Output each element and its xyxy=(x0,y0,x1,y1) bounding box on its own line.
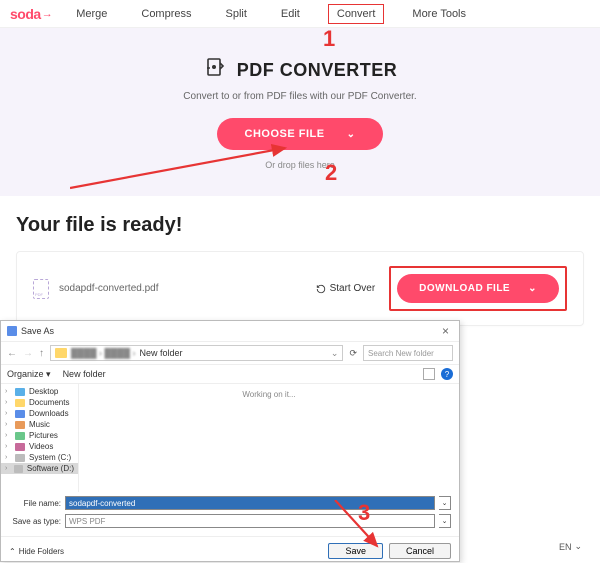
cancel-button[interactable]: Cancel xyxy=(389,543,451,559)
tree-documents[interactable]: ›Documents xyxy=(1,397,78,408)
main-nav: Merge Compress Split Edit Convert More T… xyxy=(70,4,472,24)
back-button[interactable]: ← xyxy=(7,348,17,359)
annotation-3: 3 xyxy=(358,500,370,526)
refresh-button[interactable]: ⟳ xyxy=(349,348,357,359)
tree-videos[interactable]: ›Videos xyxy=(1,441,78,452)
dialog-toolbar: Organize ▾ New folder ? xyxy=(1,365,459,384)
help-icon[interactable]: ? xyxy=(441,368,453,380)
tree-downloads[interactable]: ›Downloads xyxy=(1,408,78,419)
download-file-button[interactable]: DOWNLOAD FILE ⌄ xyxy=(397,274,559,303)
filename-dropdown[interactable]: ⌄ xyxy=(439,496,451,510)
start-over-button[interactable]: Start Over xyxy=(316,283,376,294)
filename-label: File name: xyxy=(9,499,61,508)
language-label: EN xyxy=(559,542,572,552)
savetype-input[interactable] xyxy=(65,514,435,528)
working-message: Working on it... xyxy=(242,390,295,399)
savetype-label: Save as type: xyxy=(9,517,61,526)
search-placeholder: Search New folder xyxy=(368,349,434,358)
dialog-titlebar: Save As × xyxy=(1,321,459,341)
tree-system-c[interactable]: ›System (C:) xyxy=(1,452,78,463)
new-folder-button[interactable]: New folder xyxy=(63,369,106,380)
logo-arrow-icon: → xyxy=(42,8,53,20)
save-button[interactable]: Save xyxy=(328,543,383,559)
logo[interactable]: soda → xyxy=(10,6,52,22)
savetype-dropdown[interactable]: ⌄ xyxy=(439,514,451,528)
ready-section: Your file is ready! sodapdf-converted.pd… xyxy=(0,196,600,336)
view-options-button[interactable] xyxy=(423,368,435,380)
tree-software-d[interactable]: ›Software (D:) xyxy=(1,463,78,474)
hide-folders-toggle[interactable]: ⌃ Hide Folders xyxy=(9,547,64,556)
close-button[interactable]: × xyxy=(438,324,453,338)
choose-file-label: CHOOSE FILE xyxy=(245,128,325,140)
hero-subtitle: Convert to or from PDF files with our PD… xyxy=(0,91,600,102)
download-highlight-box: DOWNLOAD FILE ⌄ xyxy=(389,266,567,311)
dialog-body: ›Desktop ›Documents ›Downloads ›Music ›P… xyxy=(1,384,459,492)
logo-text: soda xyxy=(10,6,41,22)
language-selector[interactable]: EN ⌄ xyxy=(559,541,582,552)
save-icon xyxy=(7,326,17,336)
nav-split[interactable]: Split xyxy=(220,4,253,24)
file-list-pane: Working on it... xyxy=(79,384,459,492)
dialog-title: Save As xyxy=(21,326,54,336)
pdf-converter-icon xyxy=(203,56,227,85)
chevron-up-icon: ⌃ xyxy=(9,547,16,556)
path-segment: ████ › ████ › xyxy=(71,348,136,358)
ready-title: Your file is ready! xyxy=(16,214,584,237)
folder-tree: ›Desktop ›Documents ›Downloads ›Music ›P… xyxy=(1,384,79,492)
forward-button[interactable]: → xyxy=(23,348,33,359)
file-info: sodapdf-converted.pdf xyxy=(33,279,159,299)
nav-more-tools[interactable]: More Tools xyxy=(406,4,472,24)
tree-music[interactable]: ›Music xyxy=(1,419,78,430)
organize-menu[interactable]: Organize ▾ xyxy=(7,369,51,380)
chevron-down-icon: ⌄ xyxy=(574,541,582,552)
pdf-file-icon xyxy=(33,279,49,299)
path-bar[interactable]: ████ › ████ › New folder ⌄ xyxy=(50,345,343,361)
choose-file-button[interactable]: CHOOSE FILE ⌄ xyxy=(217,118,384,150)
search-input[interactable]: Search New folder xyxy=(363,345,453,361)
up-button[interactable]: ↑ xyxy=(39,348,44,359)
ready-card: sodapdf-converted.pdf Start Over DOWNLOA… xyxy=(16,251,584,326)
hero-section: PDF CONVERTER Convert to or from PDF fil… xyxy=(0,28,600,196)
hero-title: PDF CONVERTER xyxy=(237,60,398,81)
chevron-down-icon: ⌄ xyxy=(347,129,356,140)
top-header: soda → Merge Compress Split Edit Convert… xyxy=(0,0,600,28)
filename-input[interactable] xyxy=(65,496,435,510)
nav-edit[interactable]: Edit xyxy=(275,4,306,24)
annotation-2: 2 xyxy=(325,160,337,186)
folder-icon xyxy=(55,348,67,358)
drop-files-hint: Or drop files here xyxy=(0,160,600,170)
chevron-down-icon: ⌄ xyxy=(528,283,537,294)
dialog-fields: File name: ⌄ Save as type: ⌄ xyxy=(1,492,459,536)
nav-merge[interactable]: Merge xyxy=(70,4,113,24)
nav-compress[interactable]: Compress xyxy=(135,4,197,24)
dialog-navbar: ← → ↑ ████ › ████ › New folder ⌄ ⟳ Searc… xyxy=(1,341,459,365)
tree-pictures[interactable]: ›Pictures xyxy=(1,430,78,441)
download-file-label: DOWNLOAD FILE xyxy=(419,283,510,294)
nav-convert[interactable]: Convert xyxy=(328,4,385,24)
converted-filename: sodapdf-converted.pdf xyxy=(59,283,159,294)
tree-desktop[interactable]: ›Desktop xyxy=(1,386,78,397)
start-over-label: Start Over xyxy=(330,283,376,294)
annotation-1: 1 xyxy=(323,26,335,52)
save-as-dialog: Save As × ← → ↑ ████ › ████ › New folder… xyxy=(0,320,460,562)
chevron-down-icon[interactable]: ⌄ xyxy=(331,348,339,359)
restart-icon xyxy=(316,284,326,294)
dialog-footer: ⌃ Hide Folders Save Cancel xyxy=(1,536,459,563)
path-current: New folder xyxy=(140,348,183,358)
